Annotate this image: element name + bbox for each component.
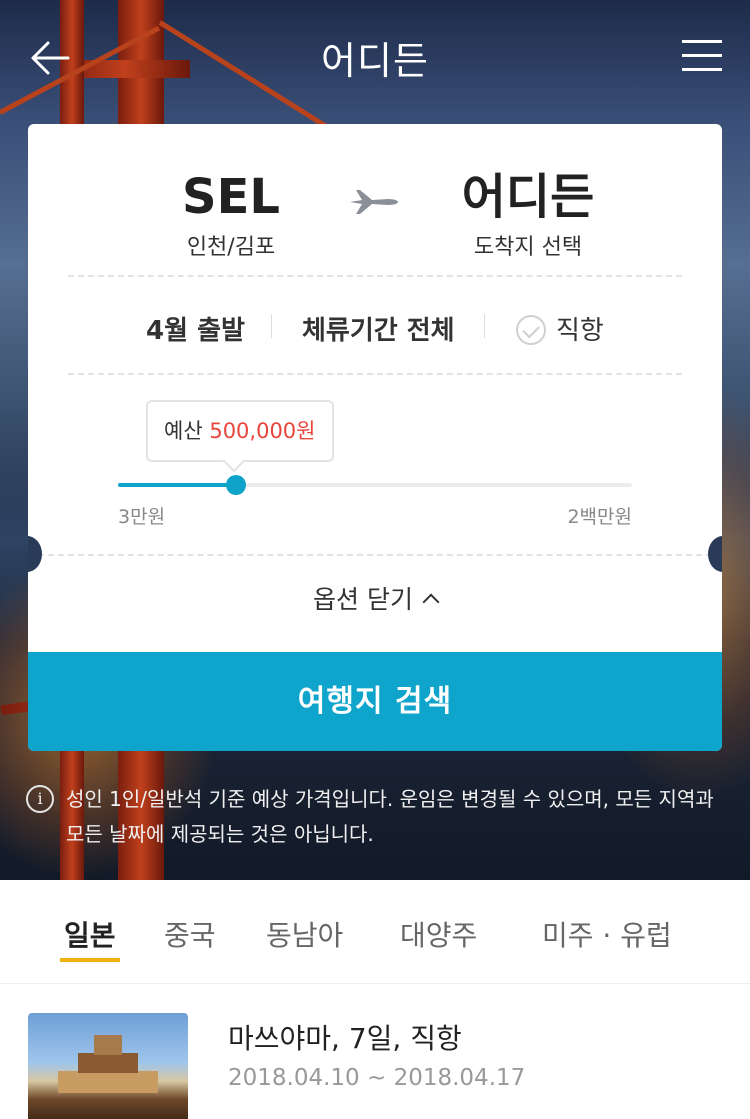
destination-code: 어디든	[461, 169, 595, 225]
search-destinations-button[interactable]: 여행지 검색	[28, 652, 722, 751]
tab-japan[interactable]: 일본	[64, 914, 116, 954]
notice-text: 성인 1인/일반석 기준 예상 가격입니다. 운임은 변경될 수 있으며, 모든…	[66, 787, 714, 846]
top-bar: 어디든	[0, 0, 750, 112]
budget-value: 500,000원	[209, 419, 316, 443]
destination-thumbnail	[28, 1013, 188, 1119]
direct-flight-label: 직항	[556, 316, 604, 346]
result-dates: 2018.04.10 ~ 2018.04.17	[228, 1065, 526, 1091]
divider	[271, 314, 272, 338]
budget-slider[interactable]	[118, 475, 632, 495]
direct-flight-toggle[interactable]: 직항	[516, 310, 604, 347]
close-options-button[interactable]: 옵션 닫기	[28, 580, 722, 616]
divider	[68, 275, 682, 277]
chevron-up-icon	[422, 593, 440, 611]
filter-row: 4월 출발 체류기간 전체 직항	[28, 298, 722, 354]
destination-name: 도착지 선택	[473, 235, 583, 260]
info-icon: i	[26, 785, 54, 813]
route-selector: SEL 인천/김포 어디든 도착지 선택	[28, 169, 722, 261]
divider	[484, 314, 485, 338]
tab-americas-europe[interactable]: 미주 · 유럽	[542, 914, 672, 954]
tab-china[interactable]: 중국	[164, 914, 216, 954]
budget-slider-fill	[118, 483, 237, 487]
page-title: 어디든	[321, 39, 429, 83]
result-title: 마쓰야마, 7일, 직항	[228, 1022, 462, 1055]
airplane-icon	[350, 190, 398, 214]
region-tabs: 일본 중국 동남아 대양주 미주 · 유럽	[0, 880, 750, 984]
budget-tooltip: 예산 500,000원	[146, 400, 334, 462]
hamburger-menu-icon[interactable]	[682, 40, 722, 74]
budget-label: 예산	[164, 419, 203, 443]
ticket-notch	[708, 536, 722, 572]
active-tab-indicator	[60, 958, 120, 962]
flight-search-card: SEL 인천/김포 어디든 도착지 선택 4월 출발 체류기간 전체 직항 예산…	[28, 124, 722, 751]
divider	[28, 554, 722, 556]
origin-code: SEL	[182, 169, 280, 225]
tab-southeast-asia[interactable]: 동남아	[266, 914, 343, 954]
ticket-notch	[28, 536, 42, 572]
price-notice: i 성인 1인/일반석 기준 예상 가격입니다. 운임은 변경될 수 있으며, …	[26, 782, 726, 852]
list-item[interactable]: 마쓰야마, 7일, 직항 2018.04.10 ~ 2018.04.17	[0, 985, 750, 1119]
departure-month-filter[interactable]: 4월 출발	[146, 310, 245, 347]
origin-selector[interactable]: SEL 인천/김포	[121, 169, 341, 261]
close-options-label: 옵션 닫기	[313, 585, 413, 614]
tab-oceania[interactable]: 대양주	[400, 914, 477, 954]
check-circle-icon	[516, 315, 546, 345]
budget-min-label: 3만원	[118, 506, 166, 528]
origin-name: 인천/김포	[186, 235, 276, 260]
budget-slider-thumb[interactable]	[226, 475, 247, 495]
divider	[68, 373, 682, 375]
destination-selector[interactable]: 어디든 도착지 선택	[418, 169, 638, 261]
budget-max-label: 2백만원	[567, 506, 632, 528]
stay-duration-filter[interactable]: 체류기간 전체	[302, 310, 455, 347]
